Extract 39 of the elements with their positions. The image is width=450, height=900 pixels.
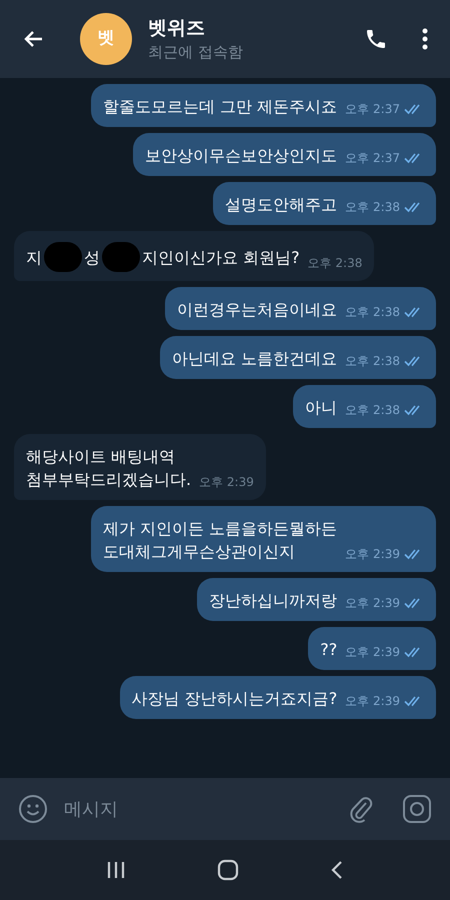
message-time: 오후 2:38 xyxy=(345,402,400,419)
message-text: 보안상이무슨보안상인지도 xyxy=(145,145,338,167)
avatar[interactable]: 벳 xyxy=(80,13,132,65)
message-time: 오후 2:39 xyxy=(199,474,254,491)
message-text: 이런경우는처음이네요 xyxy=(177,299,338,321)
message-text: 지 xyxy=(26,246,42,268)
message-text: 할줄도모르는데 그만 제돈주시죠 xyxy=(103,96,338,118)
message-time: 오후 2:39 xyxy=(345,644,400,661)
message-text: 지인이신가요 회원님? xyxy=(142,246,300,268)
message-time: 오후 2:38 xyxy=(345,353,400,370)
message-text: ?? xyxy=(320,639,338,661)
message-time: 오후 2:39 xyxy=(345,693,400,710)
message-text: 해당사이트 배팅내역 첨부부탁드리겠습니다. xyxy=(26,446,192,491)
message-time: 오후 2:38 xyxy=(308,255,362,272)
message-time: 오후 2:38 xyxy=(345,304,400,321)
message-field[interactable]: 메시지 xyxy=(0,778,450,840)
message-text: 아닌데요 노름한건데요 xyxy=(172,348,338,370)
message-time: 오후 2:37 xyxy=(345,150,400,167)
paperclip-icon[interactable] xyxy=(348,795,374,823)
message-text: 장난하십니까저랑 xyxy=(209,590,338,612)
phone-icon[interactable] xyxy=(364,27,388,51)
recent-apps-icon[interactable] xyxy=(106,860,126,880)
message-time: 오후 2:37 xyxy=(345,101,400,118)
message-time: 오후 2:38 xyxy=(345,199,400,216)
emoji-icon[interactable] xyxy=(18,794,48,824)
message-text: 성 xyxy=(84,246,100,268)
message-time: 오후 2:39 xyxy=(345,595,400,612)
last-seen-status: 최근에 접속함 xyxy=(148,42,244,62)
chat-title: 벳위즈 xyxy=(148,16,206,40)
message-text: 제가 지인이든 노름을하든뭘하든 도대체그게무슨상관이신지 xyxy=(103,518,338,563)
home-icon[interactable] xyxy=(216,859,239,881)
camera-icon[interactable] xyxy=(402,794,432,824)
back-icon[interactable] xyxy=(330,860,344,880)
message-text: 아니 xyxy=(305,397,338,419)
message-input[interactable]: 메시지 xyxy=(64,796,348,822)
message-text: 설명도안해주고 xyxy=(225,194,338,216)
message-time: 오후 2:39 xyxy=(345,546,400,563)
more-options-icon[interactable] xyxy=(422,28,428,50)
message-text: 사장님 장난하시는거죠지금? xyxy=(132,688,338,710)
